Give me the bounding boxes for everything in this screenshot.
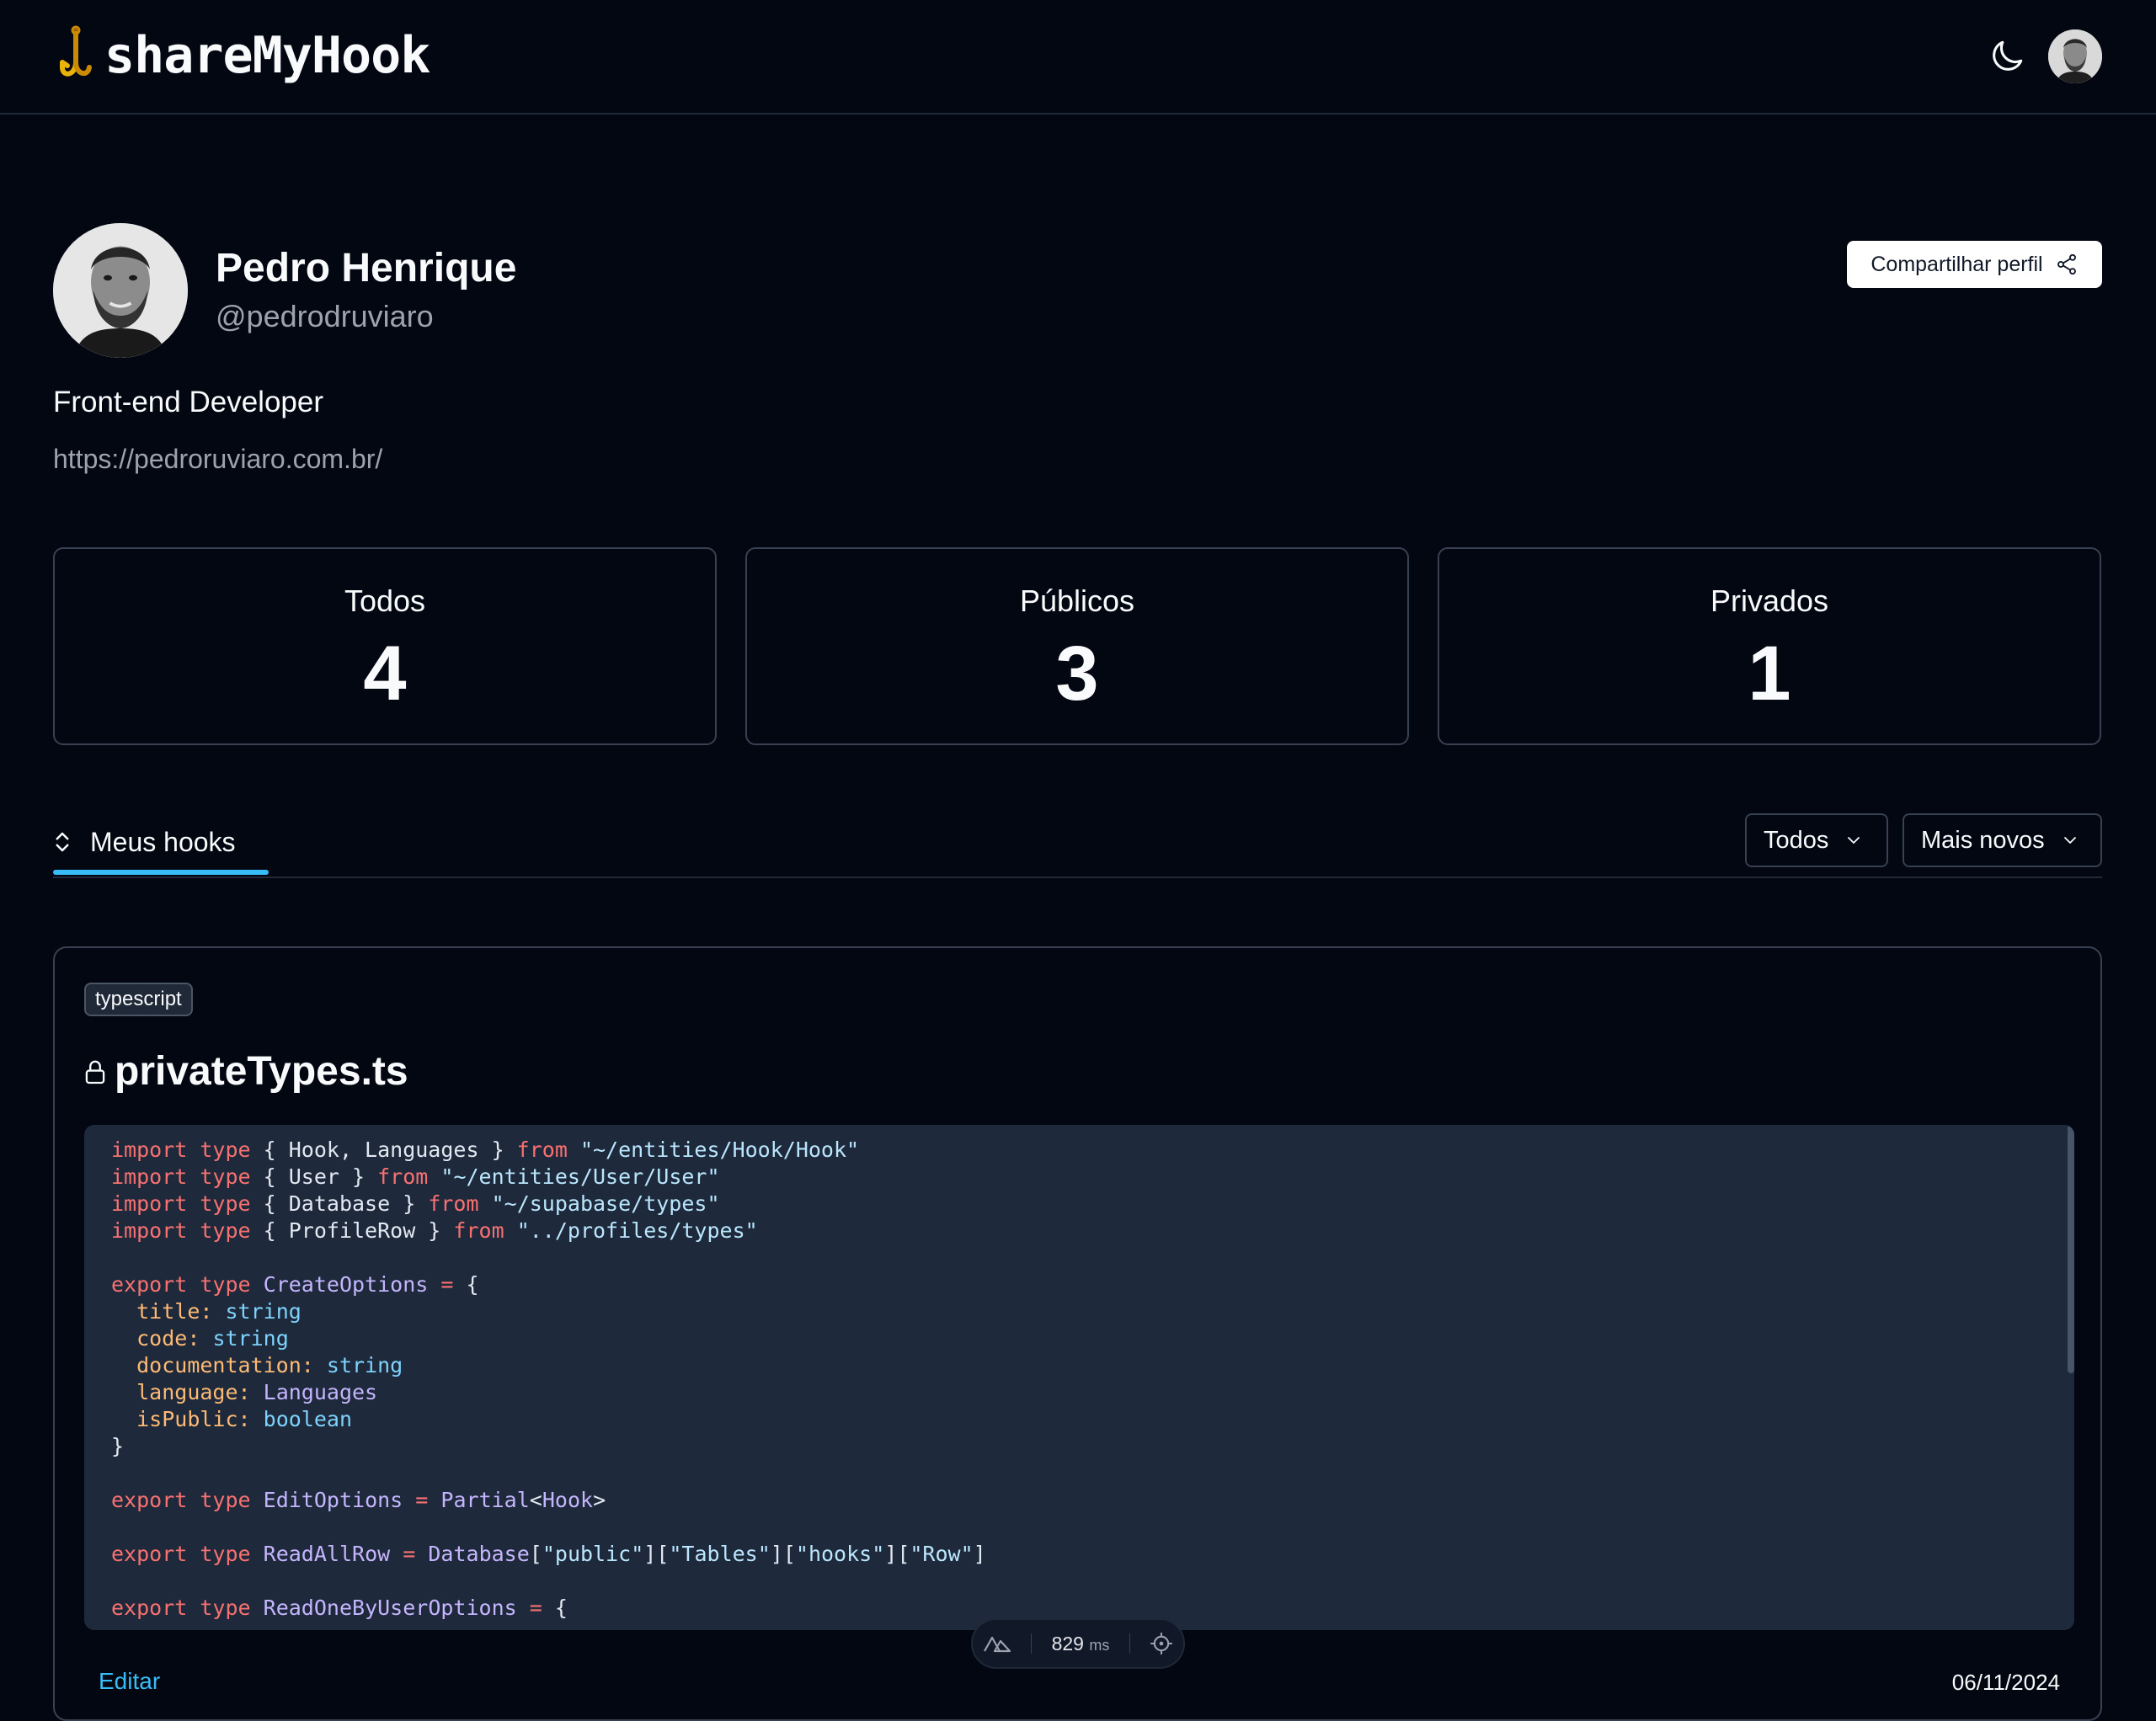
logo-text: shareMyHook bbox=[104, 26, 430, 85]
render-time-value: 829 bbox=[1051, 1632, 1084, 1654]
chevron-down-icon bbox=[2063, 837, 2076, 844]
profile-website-link[interactable]: https://pedroruviaro.com.br/ bbox=[53, 440, 382, 477]
stat-value: 1 bbox=[1748, 631, 1791, 717]
profile-avatar-image bbox=[53, 223, 188, 358]
hook-icon bbox=[60, 25, 92, 77]
stat-value: 4 bbox=[363, 631, 407, 717]
moon-icon[interactable] bbox=[1986, 35, 2028, 77]
nuxt-icon bbox=[983, 1636, 1011, 1653]
top-navbar: shareMyHook bbox=[0, 0, 2156, 115]
hook-title[interactable]: privateTypes.ts bbox=[84, 1046, 408, 1098]
hook-title-text: privateTypes.ts bbox=[115, 1049, 408, 1094]
render-time-unit: ms bbox=[1089, 1636, 1110, 1654]
render-time: 829 ms bbox=[1052, 1633, 1110, 1655]
stat-value: 3 bbox=[1055, 631, 1099, 717]
profile-bio: Front-end Developer bbox=[53, 386, 323, 418]
stat-card-public: Públicos 3 bbox=[745, 547, 1409, 745]
code-block[interactable]: import type { Hook, Languages } from "~/… bbox=[84, 1125, 2074, 1630]
tabs-divider bbox=[53, 876, 2102, 878]
profile-avatar bbox=[53, 223, 188, 358]
target-icon[interactable] bbox=[1150, 1632, 1173, 1655]
user-avatar[interactable] bbox=[2048, 29, 2102, 83]
stat-card-private: Privados 1 bbox=[1438, 547, 2101, 745]
separator bbox=[1031, 1633, 1033, 1654]
hook-card: typescript privateTypes.ts import type {… bbox=[53, 946, 2102, 1721]
avatar-image bbox=[2048, 29, 2102, 83]
code-content: import type { Hook, Languages } from "~/… bbox=[111, 1138, 986, 1620]
logo[interactable]: shareMyHook bbox=[57, 25, 430, 86]
tab-my-hooks[interactable]: Meus hooks bbox=[53, 808, 236, 876]
edit-hook-link[interactable]: Editar bbox=[99, 1668, 160, 1695]
code-scrollbar[interactable] bbox=[2068, 1125, 2074, 1373]
share-icon bbox=[2057, 253, 2076, 275]
share-profile-button[interactable]: Compartilhar perfil bbox=[1847, 241, 2102, 288]
hook-date: 06/11/2024 bbox=[1951, 1670, 2060, 1695]
order-filter-value: Mais novos bbox=[1921, 826, 2045, 854]
order-filter-select[interactable]: Mais novos bbox=[1903, 813, 2102, 867]
stat-label: Privados bbox=[1710, 583, 1829, 618]
tab-active-indicator bbox=[53, 870, 269, 875]
separator bbox=[1129, 1633, 1130, 1654]
nuxt-devtools-bar[interactable]: 829 ms bbox=[971, 1618, 1185, 1669]
visibility-filter-select[interactable]: Todos bbox=[1745, 813, 1888, 867]
chevron-down-icon bbox=[1848, 837, 1860, 844]
visibility-filter-value: Todos bbox=[1764, 826, 1829, 854]
stat-card-all: Todos 4 bbox=[53, 547, 717, 745]
stat-label: Públicos bbox=[1019, 583, 1135, 618]
chevrons-up-down-icon bbox=[56, 832, 69, 852]
share-profile-label: Compartilhar perfil bbox=[1870, 252, 2043, 276]
profile-name: Pedro Henrique bbox=[216, 246, 517, 290]
stat-label: Todos bbox=[344, 583, 426, 618]
profile-username: @pedrodruviaro bbox=[216, 299, 434, 333]
lock-icon bbox=[85, 1060, 105, 1084]
tab-label: Meus hooks bbox=[90, 826, 236, 857]
language-badge: typescript bbox=[84, 983, 193, 1016]
